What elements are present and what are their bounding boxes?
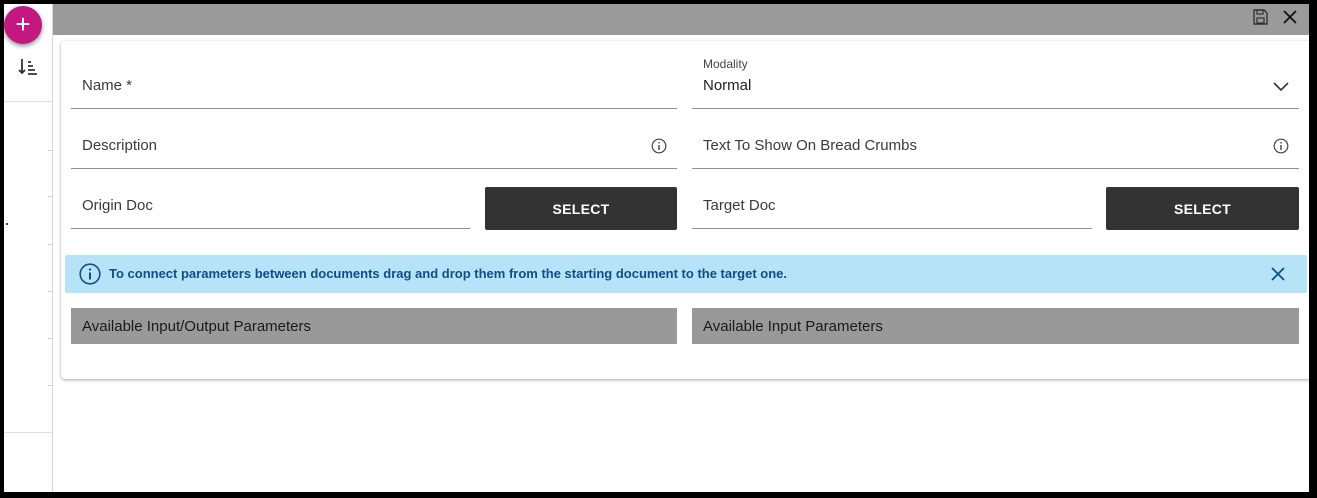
modality-select[interactable]: Modality Normal: [692, 48, 1299, 109]
info-alert: To connect parameters between documents …: [65, 255, 1307, 293]
rail-divider: [48, 291, 52, 292]
close-icon[interactable]: [1271, 267, 1285, 281]
rail-mark: [6, 223, 8, 225]
app-window: + Name * Modality Normal Description Tex…: [4, 4, 1309, 492]
form-card: Name * Modality Normal Description Text …: [61, 41, 1309, 379]
breadcrumb-text-field[interactable]: Text To Show On Bread Crumbs: [692, 108, 1299, 169]
sort-icon[interactable]: [18, 58, 38, 76]
description-label: Description: [82, 137, 158, 154]
rail-divider: [48, 244, 52, 245]
origin-doc-label: Origin Doc: [82, 197, 153, 214]
rail-divider: [48, 150, 52, 151]
left-rail: +: [4, 4, 53, 492]
input-output-parameters-title: Available Input/Output Parameters: [82, 318, 312, 335]
rail-divider: [4, 101, 52, 102]
modality-value: Normal: [703, 77, 752, 94]
modality-label: Modality: [703, 57, 748, 71]
add-button[interactable]: +: [4, 6, 42, 44]
info-icon[interactable]: [1273, 138, 1289, 154]
select-origin-button[interactable]: SELECT: [485, 187, 677, 230]
add-icon: +: [15, 9, 31, 39]
breadcrumb-text-label: Text To Show On Bread Crumbs: [703, 137, 917, 154]
info-icon[interactable]: [651, 138, 667, 154]
origin-doc-field[interactable]: Origin Doc: [71, 168, 470, 229]
alert-message: To connect parameters between documents …: [109, 266, 788, 281]
input-output-parameters-header: Available Input/Output Parameters: [71, 308, 677, 344]
input-parameters-header: Available Input Parameters: [692, 308, 1299, 344]
rail-divider: [4, 432, 52, 433]
info-icon: [79, 263, 101, 285]
close-icon[interactable]: [1281, 8, 1299, 26]
name-field[interactable]: Name *: [71, 48, 677, 109]
rail-divider: [48, 338, 52, 339]
description-field[interactable]: Description: [71, 108, 677, 169]
rail-divider: [48, 196, 52, 197]
target-doc-field[interactable]: Target Doc: [692, 168, 1092, 229]
target-doc-label: Target Doc: [703, 197, 776, 214]
rail-divider: [48, 385, 52, 386]
chevron-down-icon[interactable]: [1273, 82, 1289, 92]
save-icon[interactable]: [1251, 8, 1269, 26]
dialog-toolbar: [53, 4, 1309, 35]
select-target-button[interactable]: SELECT: [1106, 187, 1299, 230]
input-parameters-title: Available Input Parameters: [703, 318, 883, 335]
name-label: Name *: [82, 77, 133, 94]
